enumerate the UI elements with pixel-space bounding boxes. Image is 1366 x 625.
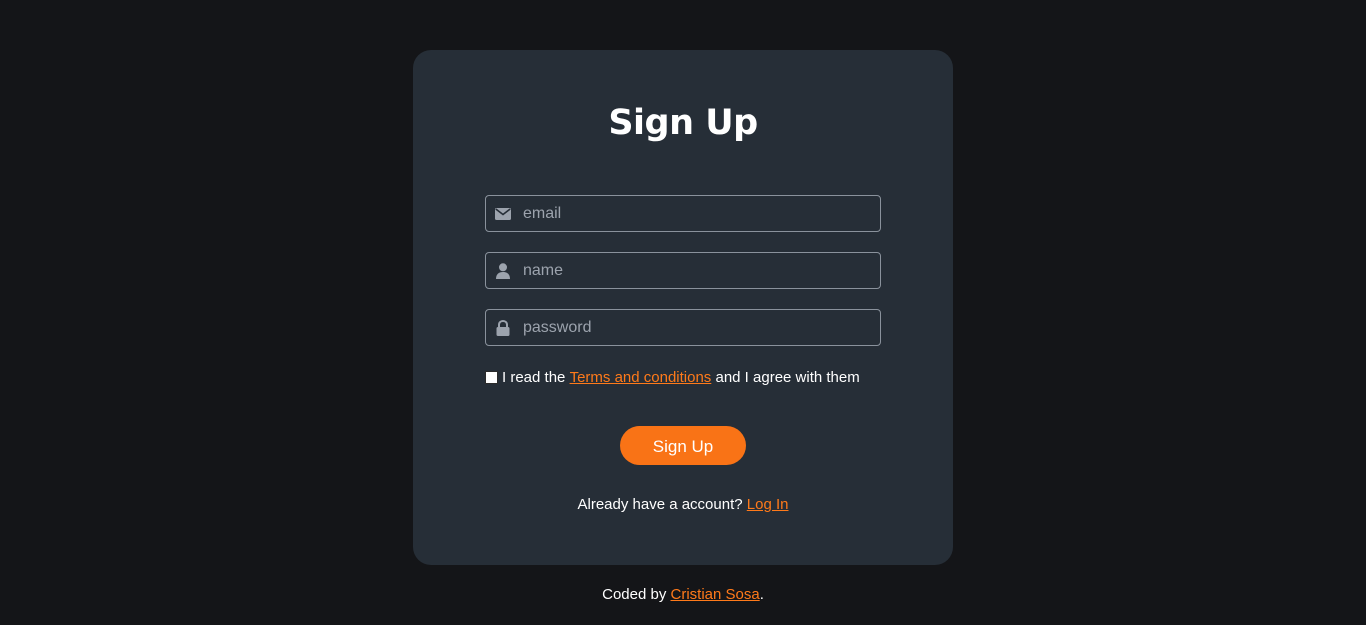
lock-icon xyxy=(494,319,512,337)
login-link[interactable]: Log In xyxy=(747,496,789,513)
name-input[interactable] xyxy=(523,253,873,288)
terms-link[interactable]: Terms and conditions xyxy=(570,369,712,386)
user-icon xyxy=(494,262,512,280)
footer-prefix: Coded by xyxy=(602,586,667,603)
email-input[interactable] xyxy=(523,196,873,231)
password-field[interactable] xyxy=(485,309,881,346)
login-prompt-row: Already have a account? Log In xyxy=(0,495,1366,515)
author-link[interactable]: Cristian Sosa xyxy=(671,586,760,603)
terms-suffix: and I agree with them xyxy=(715,368,860,386)
name-field[interactable] xyxy=(485,252,881,289)
terms-prefix: I read the xyxy=(502,368,566,386)
login-prompt: Already have a account? xyxy=(577,496,743,513)
terms-row: I read the Terms and conditions and I ag… xyxy=(485,367,885,387)
terms-checkbox[interactable] xyxy=(485,370,498,384)
page: Sign Up I read the Terms xyxy=(0,0,1366,625)
page-title: Sign Up xyxy=(608,103,758,143)
footer: Coded by Cristian Sosa. xyxy=(0,585,1366,605)
envelope-icon xyxy=(494,205,512,223)
signup-button[interactable]: Sign Up xyxy=(620,426,746,465)
email-field[interactable] xyxy=(485,195,881,232)
password-input[interactable] xyxy=(523,310,873,345)
footer-suffix: . xyxy=(759,586,764,603)
